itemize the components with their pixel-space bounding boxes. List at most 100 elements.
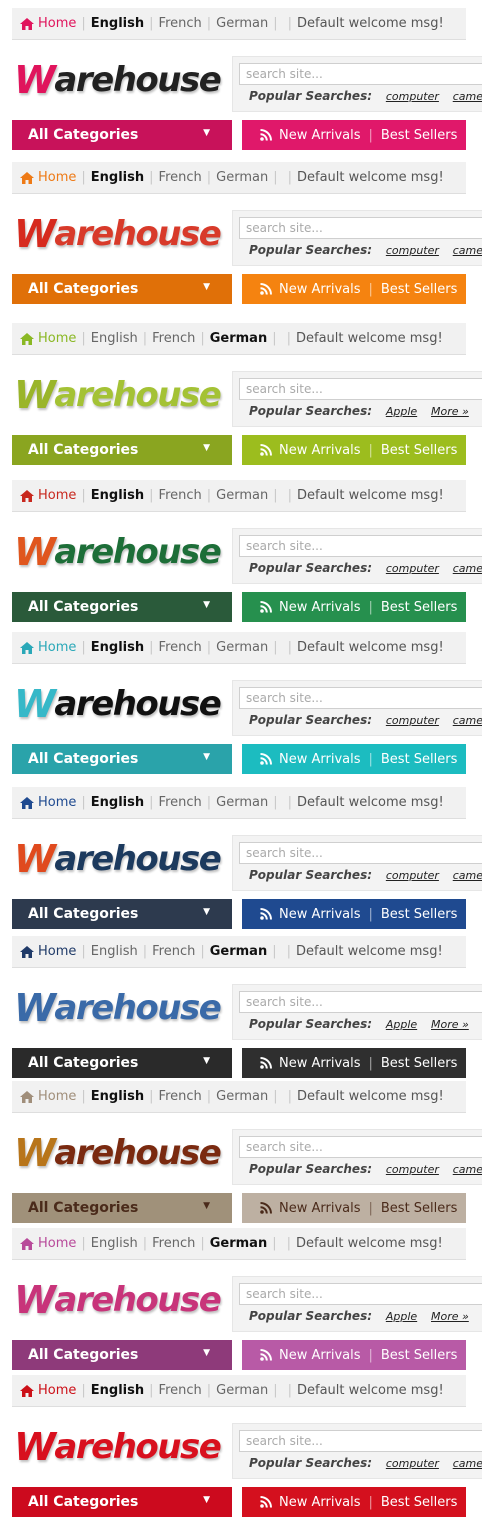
nav-new-arrivals[interactable]: New Arrivals [279, 282, 361, 297]
language-link-english[interactable]: English [91, 1383, 144, 1398]
home-link[interactable]: Home [20, 16, 76, 31]
language-link-german[interactable]: German [210, 331, 267, 346]
warehouse-logo[interactable]: Warehouse [14, 984, 222, 1032]
language-link-english[interactable]: English [91, 640, 144, 655]
search-input[interactable]: search site... [239, 63, 482, 85]
home-link[interactable]: Home [20, 640, 76, 655]
language-link-german[interactable]: German [216, 16, 268, 31]
popular-search-term[interactable]: came [453, 244, 482, 257]
language-link-german[interactable]: German [216, 170, 268, 185]
popular-search-term[interactable]: computer [386, 869, 439, 882]
warehouse-logo[interactable]: Warehouse [14, 835, 222, 883]
language-link-german[interactable]: German [216, 1383, 268, 1398]
language-link-english[interactable]: English [91, 170, 144, 185]
language-link-french[interactable]: French [152, 1236, 195, 1251]
top-link-extra[interactable]: L [443, 331, 482, 346]
popular-search-term[interactable]: computer [386, 1163, 439, 1176]
all-categories-dropdown[interactable]: All Categories ▼ [12, 120, 232, 150]
language-link-french[interactable]: French [159, 488, 202, 503]
search-input[interactable]: search site... [239, 1430, 482, 1452]
nav-best-sellers[interactable]: Best Sellers [381, 282, 458, 297]
popular-search-term[interactable]: Apple [386, 1018, 417, 1031]
nav-best-sellers[interactable]: Best Sellers [381, 128, 458, 143]
language-link-german[interactable]: German [210, 944, 267, 959]
nav-best-sellers[interactable]: Best Sellers [381, 1201, 458, 1216]
search-input[interactable]: search site... [239, 991, 482, 1013]
popular-search-term[interactable]: Apple [386, 405, 417, 418]
language-link-german[interactable]: German [216, 795, 268, 810]
home-link[interactable]: Home [20, 170, 76, 185]
warehouse-logo[interactable]: Warehouse [14, 1276, 222, 1324]
language-link-english[interactable]: English [91, 1089, 144, 1104]
warehouse-logo[interactable]: Warehouse [14, 528, 222, 576]
popular-search-term[interactable]: computer [386, 1457, 439, 1470]
language-link-english[interactable]: English [91, 1236, 138, 1251]
popular-search-term[interactable]: Apple [386, 1310, 417, 1323]
nav-new-arrivals[interactable]: New Arrivals [279, 128, 361, 143]
nav-best-sellers[interactable]: Best Sellers [381, 907, 458, 922]
nav-best-sellers[interactable]: Best Sellers [381, 1348, 458, 1363]
language-link-german[interactable]: German [216, 1089, 268, 1104]
warehouse-logo[interactable]: Warehouse [14, 371, 222, 419]
popular-search-term[interactable]: computer [386, 244, 439, 257]
search-input[interactable]: search site... [239, 378, 482, 400]
popular-search-term[interactable]: More » [431, 1018, 469, 1031]
home-link[interactable]: Home [20, 1383, 76, 1398]
home-link[interactable]: Home [20, 1089, 76, 1104]
nav-best-sellers[interactable]: Best Sellers [381, 443, 458, 458]
language-link-french[interactable]: French [159, 1089, 202, 1104]
all-categories-dropdown[interactable]: All Categories ▼ [12, 435, 232, 465]
popular-search-term[interactable]: camer [453, 562, 482, 575]
language-link-german[interactable]: German [216, 488, 268, 503]
language-link-english[interactable]: English [91, 16, 144, 31]
search-input[interactable]: search site... [239, 217, 482, 239]
nav-best-sellers[interactable]: Best Sellers [381, 600, 458, 615]
popular-search-term[interactable]: camer [453, 714, 482, 727]
home-link[interactable]: Home [20, 795, 76, 810]
all-categories-dropdown[interactable]: All Categories ▼ [12, 1487, 232, 1517]
language-link-french[interactable]: French [159, 640, 202, 655]
popular-search-term[interactable]: More » [431, 1310, 469, 1323]
language-link-german[interactable]: German [216, 640, 268, 655]
nav-new-arrivals[interactable]: New Arrivals [279, 1495, 361, 1510]
all-categories-dropdown[interactable]: All Categories ▼ [12, 274, 232, 304]
all-categories-dropdown[interactable]: All Categories ▼ [12, 744, 232, 774]
all-categories-dropdown[interactable]: All Categories ▼ [12, 1048, 232, 1078]
language-link-french[interactable]: French [159, 16, 202, 31]
language-link-french[interactable]: French [159, 1383, 202, 1398]
language-link-french[interactable]: French [159, 170, 202, 185]
language-link-english[interactable]: English [91, 795, 144, 810]
language-link-english[interactable]: English [91, 944, 138, 959]
all-categories-dropdown[interactable]: All Categories ▼ [12, 1340, 232, 1370]
nav-best-sellers[interactable]: Best Sellers [381, 752, 458, 767]
search-input[interactable]: search site... [239, 535, 482, 557]
home-link[interactable]: Home [20, 944, 76, 959]
warehouse-logo[interactable]: Warehouse [14, 1423, 222, 1471]
popular-search-term[interactable]: computer [386, 714, 439, 727]
nav-new-arrivals[interactable]: New Arrivals [279, 1056, 361, 1071]
warehouse-logo[interactable]: Warehouse [14, 210, 222, 258]
language-link-french[interactable]: French [152, 944, 195, 959]
nav-new-arrivals[interactable]: New Arrivals [279, 1348, 361, 1363]
language-link-german[interactable]: German [210, 1236, 267, 1251]
language-link-french[interactable]: French [152, 331, 195, 346]
search-input[interactable]: search site... [239, 687, 482, 709]
all-categories-dropdown[interactable]: All Categories ▼ [12, 592, 232, 622]
nav-new-arrivals[interactable]: New Arrivals [279, 600, 361, 615]
home-link[interactable]: Home [20, 1236, 76, 1251]
all-categories-dropdown[interactable]: All Categories ▼ [12, 1193, 232, 1223]
home-link[interactable]: Home [20, 488, 76, 503]
home-link[interactable]: Home [20, 331, 76, 346]
popular-search-term[interactable]: camer [453, 1457, 482, 1470]
search-input[interactable]: search site... [239, 842, 482, 864]
all-categories-dropdown[interactable]: All Categories ▼ [12, 899, 232, 929]
warehouse-logo[interactable]: Warehouse [14, 1129, 222, 1177]
nav-best-sellers[interactable]: Best Sellers [381, 1056, 458, 1071]
popular-search-term[interactable]: More » [431, 405, 469, 418]
popular-search-term[interactable]: computer [386, 562, 439, 575]
popular-search-term[interactable]: came [453, 1163, 482, 1176]
search-input[interactable]: search site... [239, 1283, 482, 1305]
nav-new-arrivals[interactable]: New Arrivals [279, 443, 361, 458]
nav-new-arrivals[interactable]: New Arrivals [279, 907, 361, 922]
language-link-english[interactable]: English [91, 331, 138, 346]
